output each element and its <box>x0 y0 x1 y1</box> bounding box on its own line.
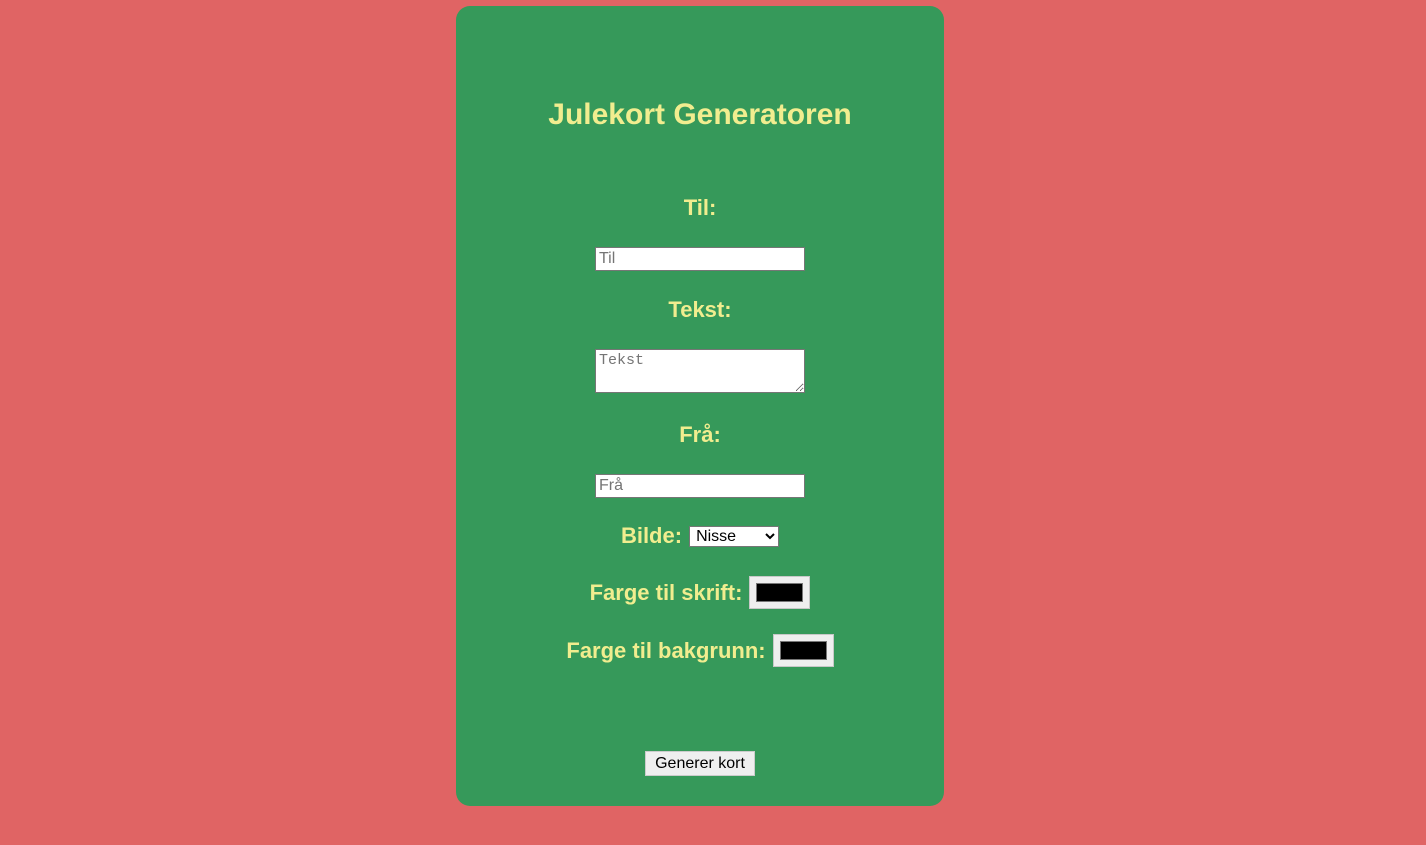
from-input[interactable] <box>595 474 805 498</box>
from-label: Frå: <box>679 422 721 447</box>
to-input[interactable] <box>595 247 805 271</box>
font-color-swatch <box>756 583 804 602</box>
font-color-label: Farge til skrift: <box>589 579 743 605</box>
text-label: Tekst: <box>668 297 732 322</box>
page-title: Julekort Generatoren <box>548 98 852 131</box>
bg-color-picker[interactable] <box>772 634 834 667</box>
bg-color-label: Farge til bakgrunn: <box>566 637 766 663</box>
to-label: Til: <box>683 195 717 220</box>
font-color-picker[interactable] <box>749 576 811 609</box>
image-label: Bilde: <box>620 523 683 548</box>
image-select[interactable]: Nisse <box>689 525 780 547</box>
bg-color-row: Farge til bakgrunn: <box>456 634 944 667</box>
text-textarea[interactable] <box>595 349 805 393</box>
font-color-row: Farge til skrift: <box>456 576 944 609</box>
bg-color-swatch <box>779 641 827 660</box>
generate-card-button[interactable]: Generer kort <box>645 751 755 776</box>
card-container: Julekort Generatoren Til: Tekst: Frå: Bi… <box>456 6 944 806</box>
image-row: Bilde: Nisse <box>456 523 944 549</box>
